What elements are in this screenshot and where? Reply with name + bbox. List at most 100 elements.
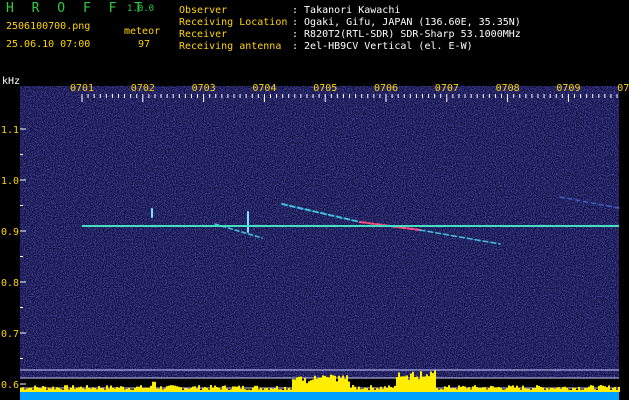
level-bar [218,387,220,392]
level-bar [138,386,140,392]
level-bar [366,388,368,392]
level-bar [40,388,42,392]
level-bar [274,388,276,392]
level-bar [36,387,38,392]
level-bar [448,385,450,392]
level-bar [504,389,506,392]
level-bar [576,389,578,392]
level-bar [240,388,242,392]
level-bar [98,386,100,392]
level-bar [228,389,230,392]
level-bar [418,379,420,392]
level-bar [70,387,72,392]
y-tick-label: 1.0 [1,176,19,187]
level-bar [264,388,266,392]
level-bar [512,385,514,392]
level-bar [126,388,128,392]
level-bar [146,387,148,392]
level-bar [112,387,114,392]
level-bar [244,389,246,392]
level-bar [530,389,532,392]
level-bar [568,389,570,392]
x-tick-label: 0709 [556,83,580,94]
level-bar [534,388,536,392]
level-bar [296,377,298,392]
level-bar [316,378,318,392]
info-antenna-key: Receiving antenna [179,41,282,52]
level-bar [118,387,120,392]
level-bar [302,380,304,392]
level-bar [490,385,492,392]
level-bar [466,388,468,392]
level-bar [410,373,412,392]
level-bar [312,379,314,392]
level-bar [470,389,472,392]
level-bar [558,387,560,392]
level-bar [78,387,80,392]
level-bar [382,388,384,392]
level-bar [442,389,444,392]
level-bar [48,387,50,392]
level-bar [376,388,378,392]
level-bar [562,387,564,392]
level-bar [68,389,70,392]
level-bar [460,386,462,392]
level-bar [368,389,370,392]
level-bar [362,388,364,392]
level-bar [262,389,264,392]
level-bar [436,387,438,392]
level-bar [254,385,256,392]
level-bar [426,374,428,392]
level-bar [234,386,236,392]
app-version: 1.0.0 [127,4,155,14]
level-bar [578,386,580,392]
level-bar [514,387,516,392]
level-bar [256,385,258,392]
level-bar [306,383,308,392]
level-bar [454,388,456,392]
level-bar [556,387,558,392]
level-bar [128,387,130,392]
level-bar [586,387,588,392]
y-tick-label: 0.6 [1,380,19,391]
app-title: H R O F F T [6,1,148,16]
level-bar [398,372,400,392]
level-bar [96,389,98,392]
level-bar [374,389,376,392]
y-tick-label: 0.9 [1,227,19,238]
level-bar [536,385,538,392]
level-bar [136,386,138,392]
level-bar [394,385,396,392]
level-bar [340,378,342,392]
x-tick-label: 0701 [70,83,94,94]
file-name: 2506100700.png [6,21,91,32]
info-receiver-value: : R820T2(RTL-SDR) SDR-Sharp 53.1000MHz [292,29,521,40]
level-bar [180,387,182,392]
level-bar [328,377,330,392]
level-bar [546,387,548,392]
level-bar [584,388,586,392]
level-bar [224,385,226,392]
level-base [20,392,619,400]
level-bar [320,377,322,392]
level-bar [24,389,26,392]
level-bar [416,376,418,392]
level-bar [616,389,618,392]
level-bar [204,387,206,392]
level-bar [608,385,610,392]
level-bar [492,386,494,392]
level-bar [618,386,620,392]
level-bar [550,387,552,392]
level-bar [308,381,310,392]
level-bar [170,385,172,392]
level-bar [322,375,324,392]
level-bar [588,386,590,392]
level-bar [446,387,448,392]
level-bar [542,387,544,392]
level-bar [198,385,200,392]
info-location-value: : Ogaki, Gifu, JAPAN (136.60E, 35.35N) [292,17,521,28]
level-bar [592,385,594,392]
level-bar [46,389,48,392]
level-bar [610,389,612,392]
level-bar [298,376,300,392]
